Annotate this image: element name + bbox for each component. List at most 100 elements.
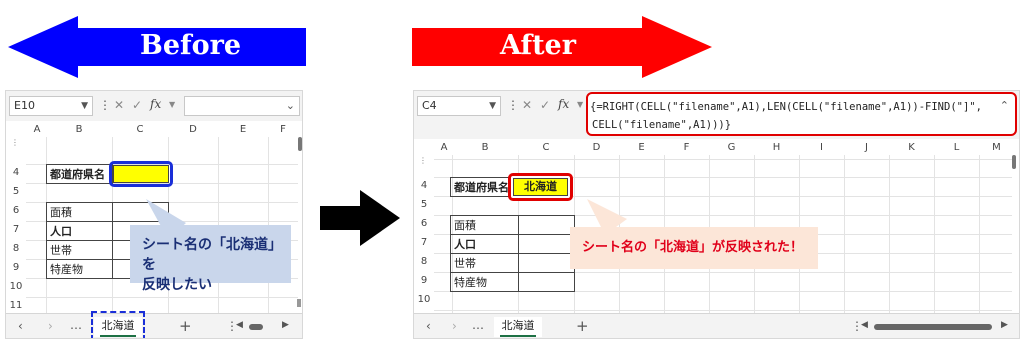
chevron-down-icon[interactable]: ▼: [577, 100, 583, 109]
cell-b8[interactable]: 世帯: [450, 253, 519, 273]
hscroll-thumb[interactable]: [874, 324, 992, 330]
worksheet-grid[interactable]: A B C D E F G H I J K L M ⋮ 4 5 6 7 8 9 …: [414, 139, 1019, 313]
cancel-icon[interactable]: ✕: [114, 98, 124, 112]
row-header[interactable]: 5: [6, 186, 26, 197]
column-header[interactable]: B: [46, 124, 112, 135]
more-options-icon[interactable]: ⋮: [507, 98, 519, 112]
cell-b6[interactable]: 面積: [450, 215, 519, 235]
cell-b7[interactable]: 人口: [46, 221, 113, 241]
column-header[interactable]: E: [218, 124, 268, 135]
enter-icon[interactable]: ✓: [132, 98, 142, 112]
cell-b7[interactable]: 人口: [450, 234, 519, 254]
cell-c6[interactable]: [518, 215, 575, 235]
active-tab-underline: [500, 335, 536, 337]
hscroll-right-icon[interactable]: ▶: [1001, 320, 1008, 330]
column-header[interactable]: L: [934, 142, 979, 153]
column-header[interactable]: C: [518, 142, 574, 153]
scroll-left-icon[interactable]: ‹: [18, 319, 23, 333]
callout-line: シート名の「北海道」を: [142, 237, 275, 273]
more-options-icon[interactable]: ⋮: [99, 98, 111, 112]
column-header[interactable]: H: [754, 142, 799, 153]
column-header[interactable]: F: [268, 124, 298, 135]
name-box[interactable]: C4 ▼: [417, 96, 501, 116]
row-header[interactable]: 10: [6, 281, 26, 292]
row-header[interactable]: 6: [414, 218, 434, 229]
cancel-icon[interactable]: ✕: [522, 98, 532, 112]
sheet-tab-label: 北海道: [501, 319, 535, 332]
column-header[interactable]: K: [889, 142, 934, 153]
row-header[interactable]: 8: [414, 256, 434, 267]
row-header[interactable]: 4: [414, 180, 434, 191]
cell-b4[interactable]: 都道府県名: [46, 164, 113, 184]
enter-icon[interactable]: ✓: [540, 98, 550, 112]
row-header[interactable]: 7: [414, 237, 434, 248]
row-header[interactable]: 9: [414, 275, 434, 286]
row-header[interactable]: 7: [6, 224, 26, 235]
formula-input[interactable]: ⌄: [184, 96, 300, 116]
add-sheet-button[interactable]: +: [576, 317, 589, 335]
row-header[interactable]: 8: [6, 243, 26, 254]
scroll-right-icon[interactable]: ›: [48, 319, 53, 333]
before-label: Before: [140, 30, 242, 61]
more-sheets-icon[interactable]: …: [70, 318, 82, 332]
name-box[interactable]: E10 ▼: [9, 96, 93, 116]
cell-c8[interactable]: [518, 253, 575, 273]
scrollbar-thumb[interactable]: [298, 137, 302, 151]
row-header[interactable]: 5: [414, 199, 434, 210]
sheet-tab-hokkaido[interactable]: 北海道: [494, 317, 542, 337]
sheet-tab-bar: ‹ › … 北海道 + ⋮ ◀ ▶: [6, 311, 302, 338]
column-header[interactable]: B: [452, 142, 518, 153]
column-header[interactable]: M: [979, 142, 1014, 153]
chevron-down-icon[interactable]: ▼: [169, 100, 175, 109]
column-header[interactable]: F: [664, 142, 709, 153]
row-header[interactable]: 6: [6, 205, 26, 216]
scroll-right-icon[interactable]: ›: [452, 319, 457, 333]
active-tab-underline: [100, 335, 136, 337]
row-header[interactable]: 9: [6, 262, 26, 273]
scroll-left-icon[interactable]: ‹: [426, 319, 431, 333]
hscroll-right-icon[interactable]: ▶: [282, 320, 289, 330]
add-sheet-button[interactable]: +: [179, 317, 192, 335]
hscroll-thumb[interactable]: [249, 324, 263, 330]
column-header[interactable]: A: [28, 124, 46, 135]
formula-input[interactable]: {=RIGHT(CELL("filename",A1),LEN(CELL("fi…: [586, 92, 1017, 136]
insert-function-icon[interactable]: fx: [558, 97, 569, 111]
sheet-tab-hokkaido[interactable]: 北海道: [94, 317, 142, 337]
right-arrow-icon: [320, 190, 400, 246]
more-sheets-icon[interactable]: …: [472, 318, 484, 332]
more-sheets-label: …: [472, 318, 484, 332]
row-header[interactable]: 10: [414, 294, 434, 305]
scrollbar-thumb[interactable]: [297, 299, 301, 307]
hscroll-left-icon[interactable]: ◀: [861, 320, 868, 330]
column-header[interactable]: J: [844, 142, 889, 153]
insert-function-icon[interactable]: fx: [150, 97, 161, 111]
hscroll-left-icon[interactable]: ◀: [236, 320, 243, 330]
callout-line: シート名の「北海道」が反映された！: [582, 240, 804, 255]
column-header[interactable]: E: [619, 142, 664, 153]
formula-bar: C4 ▼ ⋮ ✕ ✓ fx ▼ {=RIGHT(CELL("filename",…: [414, 91, 1019, 139]
column-header[interactable]: D: [168, 124, 218, 135]
column-header[interactable]: G: [709, 142, 754, 153]
cell-c7[interactable]: [518, 234, 575, 254]
cell-b8[interactable]: 世帯: [46, 240, 113, 260]
row-header[interactable]: 11: [6, 300, 26, 311]
cell-c4-frame: [109, 161, 173, 187]
cell-b9[interactable]: 特産物: [450, 272, 519, 292]
sheet-tab-label: 北海道: [101, 319, 135, 332]
scrollbar-thumb[interactable]: [1012, 155, 1016, 169]
formula-line: {=RIGHT(CELL("filename",A1),LEN(CELL("fi…: [590, 101, 982, 113]
row-header[interactable]: 4: [6, 167, 26, 178]
cell-c9[interactable]: [518, 272, 575, 292]
column-header[interactable]: A: [436, 142, 452, 153]
expand-formula-icon[interactable]: ⌄: [286, 99, 295, 112]
column-header[interactable]: C: [112, 124, 168, 135]
cell-b9[interactable]: 特産物: [46, 259, 113, 279]
column-header[interactable]: I: [799, 142, 844, 153]
cell-c4[interactable]: 北海道: [513, 178, 568, 196]
add-sheet-label: +: [576, 317, 589, 335]
column-header[interactable]: D: [574, 142, 619, 153]
cell-b6[interactable]: 面積: [46, 202, 113, 222]
collapse-rows-icon[interactable]: ⋮: [419, 156, 427, 165]
collapse-rows-icon[interactable]: ⋮: [11, 138, 19, 147]
collapse-formula-icon[interactable]: ⌃: [1000, 97, 1009, 115]
